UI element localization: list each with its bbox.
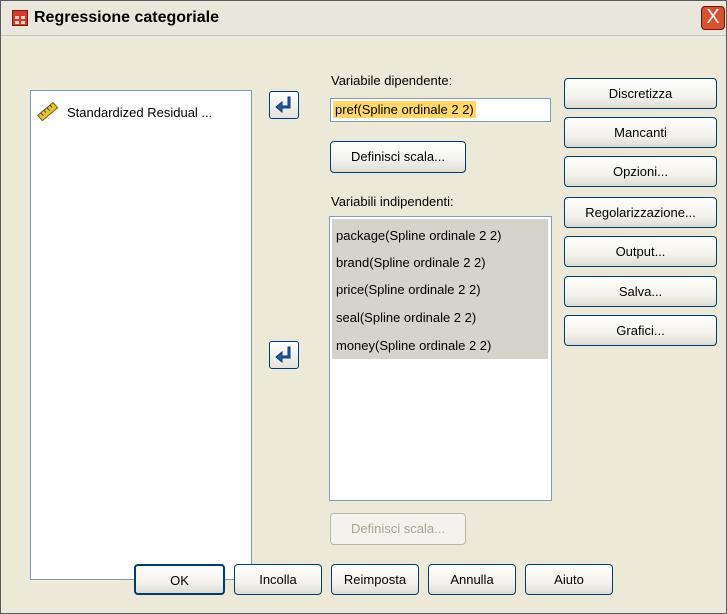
discretize-button[interactable]: Discretizza: [564, 78, 717, 109]
regularization-button[interactable]: Regolarizzazione...: [564, 197, 717, 228]
list-item[interactable]: package(Spline ordinale 2 2): [336, 228, 502, 243]
ruler-icon: [37, 102, 59, 122]
options-button[interactable]: Opzioni...: [564, 156, 717, 187]
help-button[interactable]: Aiuto: [525, 564, 613, 595]
cancel-button[interactable]: Annulla: [428, 564, 516, 595]
title-bar[interactable]: Regressione categoriale X: [1, 1, 726, 36]
left-arrow-icon: [275, 346, 291, 364]
dialog-window: Regressione categoriale X Standardized R…: [0, 0, 727, 614]
list-item[interactable]: money(Spline ordinale 2 2): [336, 338, 491, 353]
dependent-variable-value: pref(Spline ordinale 2 2): [333, 101, 476, 118]
define-scale-independent-button[interactable]: Definisci scala...: [330, 513, 466, 545]
move-to-independent-button[interactable]: [269, 341, 299, 369]
paste-button[interactable]: Incolla: [234, 564, 322, 595]
independent-label: Variabili indipendenti:: [331, 194, 454, 209]
left-arrow-icon: [275, 96, 291, 114]
reset-button[interactable]: Reimposta: [331, 564, 419, 595]
dependent-variable-field[interactable]: pref(Spline ordinale 2 2): [330, 98, 551, 122]
list-item[interactable]: seal(Spline ordinale 2 2): [336, 310, 476, 325]
save-button[interactable]: Salva...: [564, 276, 717, 307]
dependent-label: Variabile dipendente:: [331, 73, 453, 88]
list-item[interactable]: price(Spline ordinale 2 2): [336, 282, 481, 297]
move-to-dependent-button[interactable]: [269, 91, 299, 119]
close-button[interactable]: X: [701, 6, 725, 30]
ok-button[interactable]: OK: [134, 564, 225, 595]
spreadsheet-icon: [12, 10, 28, 26]
source-variable-list[interactable]: [30, 90, 252, 580]
window-title: Regressione categoriale: [34, 9, 219, 26]
define-scale-dependent-button[interactable]: Definisci scala...: [330, 141, 466, 173]
missing-button[interactable]: Mancanti: [564, 117, 717, 148]
list-item[interactable]: Standardized Residual ...: [67, 105, 212, 120]
output-button[interactable]: Output...: [564, 236, 717, 267]
plots-button[interactable]: Grafici...: [564, 315, 717, 346]
list-item[interactable]: brand(Spline ordinale 2 2): [336, 255, 486, 270]
